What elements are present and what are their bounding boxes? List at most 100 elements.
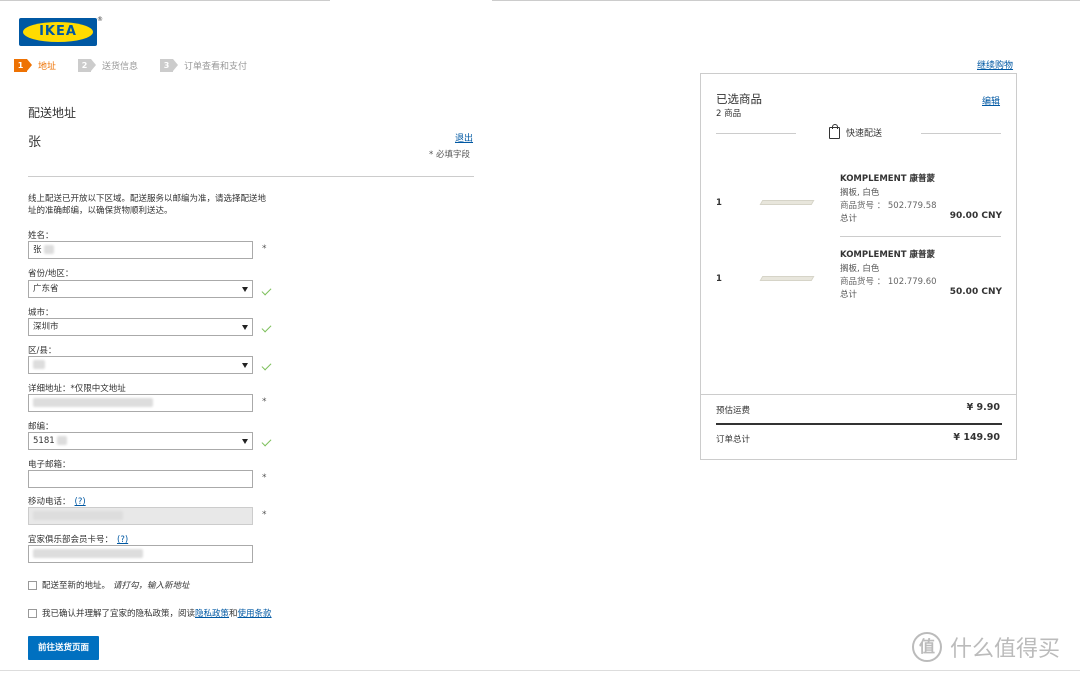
cart-title: 已选商品 <box>716 92 762 106</box>
new-address-label: 配送至新的地址。 <box>42 581 111 591</box>
mobile-help-link[interactable]: (?) <box>75 497 86 507</box>
cart-item: 1 KOMPLEMENT 康普蒙 搁板, 白色 商品货号 ： 102.779.6… <box>701 227 1018 303</box>
redacted-text <box>56 436 67 445</box>
check-icon <box>261 360 272 371</box>
email-label: 电子邮箱： <box>28 460 71 470</box>
new-address-checkbox[interactable] <box>28 580 37 590</box>
express-delivery-label: 快速配送 <box>846 129 883 139</box>
redacted-text <box>33 398 153 407</box>
step-number: 1 <box>14 58 32 72</box>
shipping-estimate-value: ¥ 9.90 <box>966 402 1000 413</box>
zip-label: 邮编： <box>28 422 54 432</box>
address-input[interactable] <box>28 394 253 412</box>
privacy-checkbox[interactable] <box>28 608 37 618</box>
shopping-bag-icon <box>829 123 840 139</box>
city-select[interactable]: 深圳市 <box>28 318 253 336</box>
check-icon <box>261 322 272 333</box>
top-border-right <box>492 0 1080 1</box>
cart-item: 1 KOMPLEMENT 康普蒙 搁板, 白色 商品货号 ： 502.779.5… <box>701 151 1018 227</box>
cart-edit-link[interactable]: 编辑 <box>982 94 1000 107</box>
privacy-and: 和 <box>229 609 238 619</box>
name-label: 姓名： <box>28 231 54 241</box>
shipping-address-heading: 配送地址 <box>28 106 77 120</box>
mobile-label: 移动电话： (?) <box>28 495 86 507</box>
required-mark: * <box>262 397 267 407</box>
item-description: 搁板, 白色 <box>840 188 880 198</box>
district-label: 区/县： <box>28 346 57 356</box>
address-label: 详细地址：*仅限中文地址 <box>28 384 126 394</box>
cart-summary: 已选商品 2 商品 编辑 快速配送 1 KOMPLEMENT 康普蒙 搁板, 白… <box>700 73 1017 460</box>
continue-shopping-link[interactable]: 继续购物 <box>977 58 1013 71</box>
step-label: 地址 <box>38 61 57 72</box>
required-mark: * <box>262 244 267 254</box>
redacted-text <box>33 360 45 369</box>
redacted-text <box>33 511 123 520</box>
item-name: KOMPLEMENT 康普蒙 <box>840 250 935 260</box>
delivery-intro-text: 线上配送已开放以下区域。配送服务以邮编为准，请选择配送地址的准确邮编，以确保货物… <box>28 194 267 216</box>
checkout-steps: 1 地址 2 送货信息 3 订单查看和支付 <box>14 57 269 73</box>
privacy-policy-link[interactable]: 隐私政策 <box>195 607 229 619</box>
province-select[interactable]: 广东省 <box>28 280 253 298</box>
zip-select[interactable]: 5181 <box>28 432 253 450</box>
redacted-text <box>33 549 143 558</box>
district-select[interactable] <box>28 356 253 374</box>
logout-link[interactable]: 退出 <box>455 131 473 144</box>
step-number: 3 <box>160 58 179 72</box>
chevron-down-icon <box>242 363 248 368</box>
item-quantity: 1 <box>716 274 722 284</box>
item-total-value: 50.00 CNY <box>949 287 1002 297</box>
divider <box>28 176 474 177</box>
required-fields-note: * 必填字段 <box>429 150 470 160</box>
new-address-hint: 请打勾，输入新地址 <box>113 581 190 591</box>
item-name: KOMPLEMENT 康普蒙 <box>840 174 935 184</box>
province-value: 广东省 <box>33 284 59 294</box>
required-mark: * <box>262 473 267 483</box>
item-quantity: 1 <box>716 198 722 208</box>
order-total-value: ¥ 149.90 <box>953 432 1000 443</box>
zip-value: 5181 <box>33 436 55 446</box>
order-total-label: 订单总计 <box>716 435 751 445</box>
member-card-label: 宜家俱乐部会员卡号： (?) <box>28 533 128 545</box>
cart-item-count: 2 商品 <box>716 109 742 119</box>
privacy-option: 我已确认并理解了宜家的隐私政策，阅读 隐私政策 和 使用条款 <box>28 607 272 619</box>
member-card-input[interactable] <box>28 545 253 563</box>
item-total-label: 总计 <box>840 214 858 224</box>
item-total-label: 总计 <box>840 290 858 300</box>
divider <box>716 133 796 134</box>
name-input[interactable]: 张 <box>28 241 253 259</box>
mobile-input <box>28 507 253 525</box>
step-address[interactable]: 1 地址 <box>14 58 57 72</box>
step-review-payment: 3 订单查看和支付 <box>160 58 248 72</box>
step-number: 2 <box>78 58 97 72</box>
check-icon <box>261 436 272 447</box>
step-label: 订单查看和支付 <box>184 61 248 72</box>
mobile-label-text: 移动电话： <box>28 497 71 507</box>
new-address-option: 配送至新的地址。 请打勾，输入新地址 <box>28 579 190 591</box>
email-input[interactable] <box>28 470 253 488</box>
province-label: 省份/地区： <box>28 269 74 279</box>
terms-link[interactable]: 使用条款 <box>238 607 272 619</box>
member-card-label-text: 宜家俱乐部会员卡号： <box>28 535 114 545</box>
divider <box>701 394 1016 395</box>
go-to-delivery-button[interactable]: 前往送货页面 <box>28 636 99 660</box>
city-label: 城市： <box>28 308 54 318</box>
name-value: 张 <box>33 245 42 255</box>
shelf-thumbnail <box>759 200 815 205</box>
logo-registered-mark: ® <box>97 16 103 23</box>
divider <box>921 133 1001 134</box>
item-description: 搁板, 白色 <box>840 264 880 274</box>
check-icon <box>261 285 272 296</box>
chevron-down-icon <box>242 439 248 444</box>
city-value: 深圳市 <box>33 322 59 332</box>
privacy-text: 我已确认并理解了宜家的隐私政策，阅读 <box>42 609 196 619</box>
bottom-border <box>0 670 1080 671</box>
step-label: 送货信息 <box>102 61 139 72</box>
redacted-text <box>43 245 54 254</box>
required-mark: * <box>262 510 267 520</box>
member-card-help-link[interactable]: (?) <box>117 535 128 545</box>
item-article-number: 商品货号 ： 102.779.60 <box>840 277 937 287</box>
shipping-estimate-label: 预估运费 <box>716 406 751 416</box>
item-article-number: 商品货号 ： 502.779.58 <box>840 201 937 211</box>
ikea-logo[interactable]: IKEA ® <box>19 16 103 46</box>
chevron-down-icon <box>242 325 248 330</box>
